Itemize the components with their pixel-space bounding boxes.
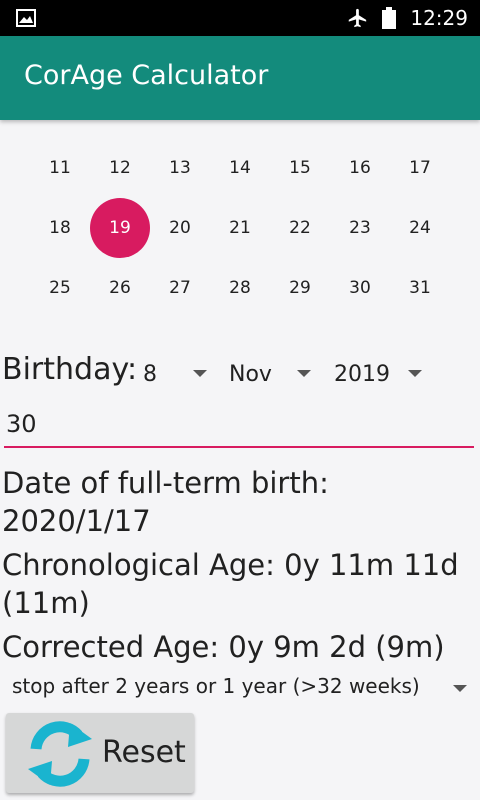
calendar-day-number: 19: [109, 218, 131, 238]
calendar-day-number: 14: [229, 158, 251, 178]
calendar-day-number: 13: [169, 158, 191, 178]
calendar-day-number: 25: [49, 278, 71, 298]
day-value: 8: [143, 361, 157, 387]
battery-icon: [382, 7, 397, 29]
calendar-week-row: 18 19 20 21 22 23 24: [30, 198, 450, 258]
status-bar: 12:29: [0, 0, 480, 36]
stop-option-value: stop after 2 years or 1 year (>32 weeks): [12, 674, 420, 698]
chevron-down-icon: [193, 370, 207, 377]
calendar-day[interactable]: 24: [390, 198, 450, 258]
calendar-day-number: 23: [349, 218, 371, 238]
chronological-age-months: (11m): [2, 586, 90, 620]
calendar-day-number: 16: [349, 158, 371, 178]
airplane-mode-icon: [349, 8, 367, 28]
calendar-day-number: 11: [49, 158, 71, 178]
calendar-day[interactable]: 30: [330, 258, 390, 318]
year-spinner[interactable]: 2019: [334, 358, 426, 390]
month-value: Nov: [229, 361, 272, 387]
calendar-day-number: 27: [169, 278, 191, 298]
calendar-day-selected[interactable]: 19: [90, 198, 150, 258]
calendar-day-number: 31: [409, 278, 431, 298]
calendar-week-row: 25 26 27 28 29 30 31: [30, 258, 450, 318]
calendar-day-number: 26: [109, 278, 131, 298]
year-value: 2019: [334, 361, 390, 387]
calendar-day-number: 21: [229, 218, 251, 238]
day-spinner[interactable]: 8: [143, 358, 213, 390]
calendar-day-number: 30: [349, 278, 371, 298]
app-title: CorAge Calculator: [24, 60, 269, 91]
calendar-day[interactable]: 12: [90, 138, 150, 198]
full-term-date: 2020/1/17: [2, 504, 151, 538]
corrected-age: Corrected Age: 0y 9m 2d (9m): [2, 630, 445, 664]
calendar-day[interactable]: 31: [390, 258, 450, 318]
chevron-down-icon: [408, 370, 422, 377]
calendar-day-number: 12: [109, 158, 131, 178]
calendar-day[interactable]: 25: [30, 258, 90, 318]
gestation-weeks-input[interactable]: [4, 402, 474, 448]
refresh-icon: [28, 721, 92, 787]
calendar-week-row: 11 12 13 14 15 16 17: [30, 138, 450, 198]
calendar-day[interactable]: 18: [30, 198, 90, 258]
calendar-grid: 11 12 13 14 15 16 17 18 19 20 21 22 23 24 25 26 27 28 29 30…: [0, 138, 480, 318]
calendar-day[interactable]: 11: [30, 138, 90, 198]
chevron-down-icon: [453, 685, 467, 692]
calendar-day-number: 15: [289, 158, 311, 178]
calendar-day-number: 17: [409, 158, 431, 178]
calendar-day[interactable]: 26: [90, 258, 150, 318]
calendar-day[interactable]: 13: [150, 138, 210, 198]
calendar-day-number: 18: [49, 218, 71, 238]
stop-option-spinner[interactable]: stop after 2 years or 1 year (>32 weeks): [0, 670, 480, 706]
birthday-label: Birthday:: [2, 352, 138, 387]
chronological-age: Chronological Age: 0y 11m 11d: [2, 548, 459, 582]
image-notification-icon: [16, 9, 36, 27]
calendar-day[interactable]: 23: [330, 198, 390, 258]
calendar-day[interactable]: 14: [210, 138, 270, 198]
calendar-day[interactable]: 20: [150, 198, 210, 258]
chevron-down-icon: [297, 370, 311, 377]
calendar-day-number: 22: [289, 218, 311, 238]
calendar-day-number: 20: [169, 218, 191, 238]
status-time: 12:29: [410, 6, 468, 30]
calendar-day[interactable]: 22: [270, 198, 330, 258]
month-spinner[interactable]: Nov: [229, 358, 315, 390]
calendar-day-number: 29: [289, 278, 311, 298]
calendar-day[interactable]: 28: [210, 258, 270, 318]
full-term-label: Date of full-term birth:: [2, 466, 329, 500]
calendar-day[interactable]: 17: [390, 138, 450, 198]
calendar-day[interactable]: 29: [270, 258, 330, 318]
calendar-day[interactable]: 16: [330, 138, 390, 198]
birthday-row: Birthday: 8 Nov 2019: [0, 350, 480, 398]
reset-button[interactable]: Reset: [6, 713, 194, 793]
app-bar: CorAge Calculator: [0, 36, 480, 120]
calendar-day[interactable]: 27: [150, 258, 210, 318]
calendar-day[interactable]: 15: [270, 138, 330, 198]
status-icons: 12:29: [346, 0, 468, 36]
calendar-day-number: 28: [229, 278, 251, 298]
reset-button-label: Reset: [102, 735, 186, 770]
calendar-day-number: 24: [409, 218, 431, 238]
calendar-day[interactable]: 21: [210, 198, 270, 258]
